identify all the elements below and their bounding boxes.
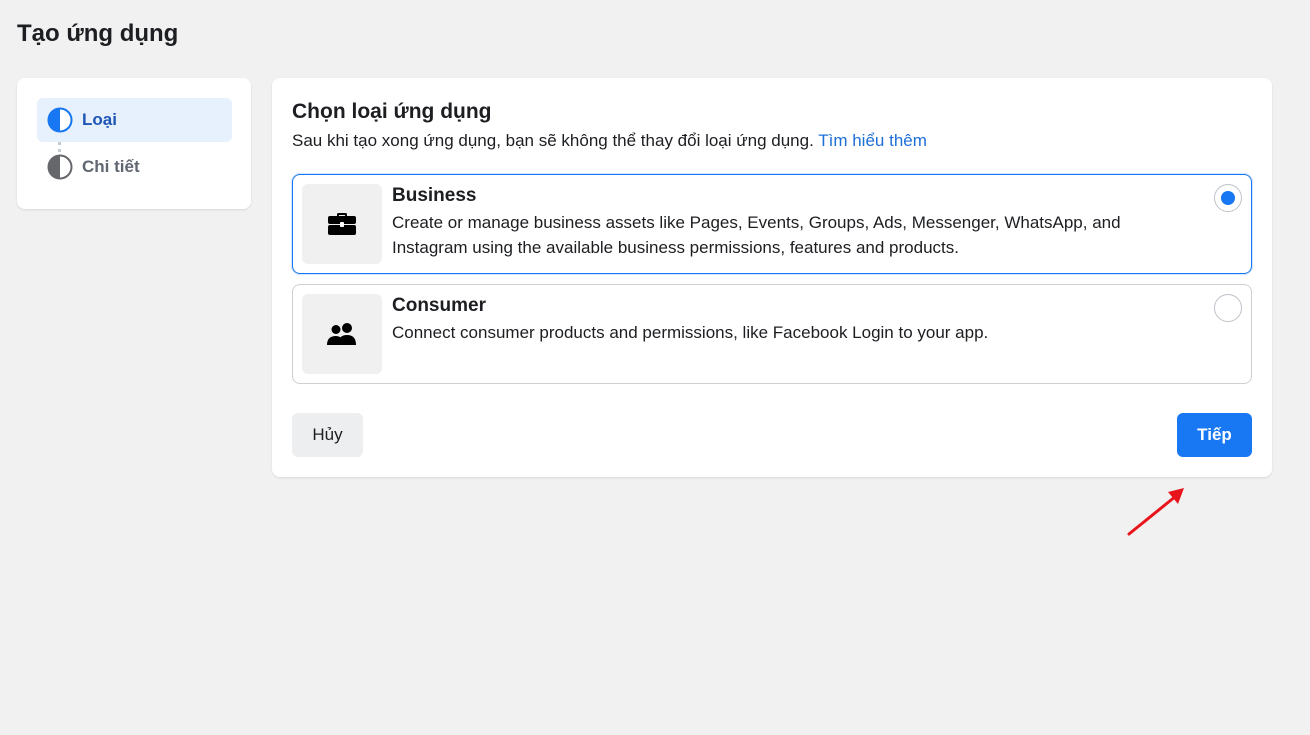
radio-selected-dot — [1221, 191, 1235, 205]
option-icon-box — [302, 184, 382, 264]
card-title: Chọn loại ứng dụng — [292, 100, 492, 123]
step-label: Loại — [82, 110, 117, 129]
option-consumer[interactable]: Consumer Connect consumer products and p… — [292, 284, 1252, 384]
half-circle-icon — [47, 107, 73, 133]
step-label: Chi tiết — [82, 157, 140, 176]
card-subtitle: Sau khi tạo xong ứng dụng, bạn sẽ không … — [292, 131, 927, 151]
annotation-arrow-icon — [1127, 488, 1184, 536]
radio-business[interactable] — [1214, 184, 1242, 212]
steps-sidebar: Loại Chi tiết — [17, 78, 251, 209]
page-title: Tạo ứng dụng — [17, 20, 179, 47]
briefcase-icon — [328, 213, 356, 235]
learn-more-link[interactable]: Tìm hiểu thêm — [818, 131, 927, 150]
option-title: Consumer — [392, 295, 486, 316]
step-type[interactable]: Loại — [37, 98, 232, 142]
next-button[interactable]: Tiếp — [1177, 413, 1252, 457]
half-circle-icon — [47, 154, 73, 180]
option-business[interactable]: Business Create or manage business asset… — [292, 174, 1252, 274]
option-icon-box — [302, 294, 382, 374]
option-description: Connect consumer products and permission… — [392, 323, 989, 342]
radio-consumer[interactable] — [1214, 294, 1242, 322]
app-type-card: Chọn loại ứng dụng Sau khi tạo xong ứng … — [272, 78, 1272, 477]
people-icon — [327, 323, 356, 345]
cancel-button[interactable]: Hủy — [292, 413, 363, 457]
step-details[interactable]: Chi tiết — [37, 145, 232, 189]
option-title: Business — [392, 185, 477, 206]
option-description: Create or manage business assets like Pa… — [392, 213, 1121, 257]
subtitle-text: Sau khi tạo xong ứng dụng, bạn sẽ không … — [292, 131, 814, 150]
